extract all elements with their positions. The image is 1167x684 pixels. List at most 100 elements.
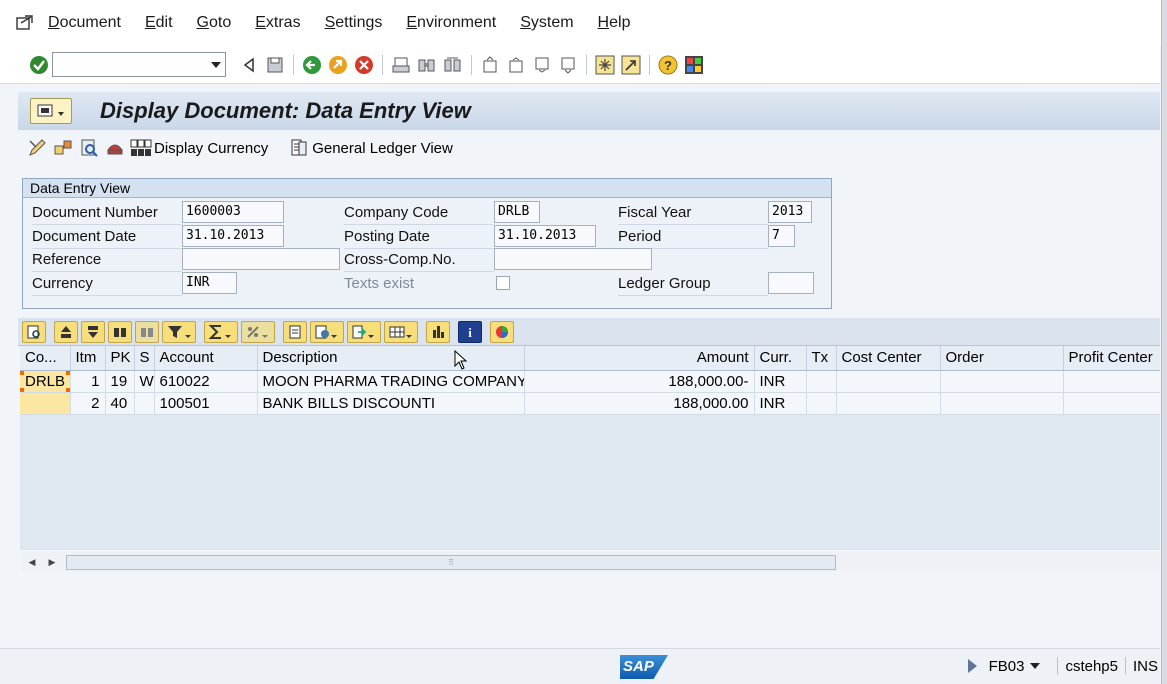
scroll-left-icon[interactable]: ◀ <box>22 553 42 571</box>
table-cell[interactable]: 188,000.00 <box>524 392 755 415</box>
next-page-icon[interactable] <box>531 54 553 76</box>
column-header[interactable]: Tx <box>806 346 837 371</box>
table-cell[interactable]: 188,000.00- <box>524 370 755 393</box>
column-header[interactable]: Amount <box>524 346 755 371</box>
transaction-code[interactable]: FB03 <box>989 658 1025 675</box>
create-session-icon[interactable] <box>594 54 616 76</box>
table-cell[interactable]: 40 <box>105 392 135 415</box>
table-cell[interactable]: 19 <box>105 370 135 393</box>
table-cell[interactable]: INR <box>754 370 807 393</box>
table-cell[interactable]: INR <box>754 392 807 415</box>
back-green-icon[interactable] <box>301 54 323 76</box>
scroll-right-icon[interactable]: ▶ <box>42 553 62 571</box>
change-layout-icon[interactable] <box>384 320 418 343</box>
views-icon[interactable] <box>310 320 344 343</box>
command-input[interactable] <box>53 53 203 76</box>
first-page-icon[interactable] <box>479 54 501 76</box>
document-overview-icon[interactable] <box>78 137 100 159</box>
column-header[interactable]: Cost Center <box>836 346 941 371</box>
menu-settings[interactable]: Settings <box>325 14 383 32</box>
export-icon[interactable] <box>347 320 381 343</box>
table-cell[interactable] <box>1063 392 1160 415</box>
menu-environment[interactable]: Environment <box>406 14 496 32</box>
table-cell[interactable]: 100501 <box>154 392 258 415</box>
table-row[interactable]: 2 40 100501 BANK BILLS DISCOUNTI 188,000… <box>20 392 1160 415</box>
display-currency-button[interactable]: Display Currency <box>130 137 268 159</box>
menu-expand-icon[interactable] <box>14 12 36 34</box>
information-icon[interactable]: i <box>458 320 482 343</box>
menu-edit[interactable]: Edit <box>145 14 173 32</box>
table-cell[interactable] <box>806 392 837 415</box>
table-cell[interactable]: 1 <box>70 370 106 393</box>
table-cell[interactable]: DRLB <box>20 370 71 393</box>
menu-help[interactable]: Help <box>598 14 631 32</box>
column-header[interactable]: Profit Center <box>1063 346 1160 371</box>
details-icon[interactable] <box>22 320 46 343</box>
general-ledger-view-button[interactable]: General Ledger View <box>288 137 453 159</box>
horizontal-scrollbar[interactable]: ◀ ▶ ⠿ <box>22 552 1160 572</box>
sort-ascending-icon[interactable] <box>54 320 78 343</box>
transaction-dropdown-icon[interactable] <box>1030 663 1041 669</box>
cross-comp-field[interactable] <box>494 248 652 270</box>
find-icon[interactable] <box>416 54 438 76</box>
table-cell[interactable] <box>134 392 155 415</box>
period-field[interactable]: 7 <box>768 225 795 247</box>
last-page-icon[interactable] <box>557 54 579 76</box>
cancel-red-icon[interactable] <box>353 54 375 76</box>
scroll-thumb[interactable]: ⠿ <box>66 554 836 570</box>
find-next-icon[interactable] <box>135 320 159 343</box>
shortcut-icon[interactable] <box>620 54 642 76</box>
chart-wheel-icon[interactable] <box>490 320 514 343</box>
column-header[interactable]: S <box>134 346 155 371</box>
company-code-field[interactable]: DRLB <box>494 201 540 223</box>
column-header[interactable]: Curr. <box>754 346 807 371</box>
hierarchy-icon[interactable] <box>52 137 74 159</box>
table-cell[interactable] <box>940 392 1064 415</box>
customize-layout-icon[interactable] <box>683 54 705 76</box>
menu-system[interactable]: System <box>520 14 573 32</box>
total-sum-icon[interactable] <box>204 320 238 343</box>
help-icon[interactable]: ? <box>657 54 679 76</box>
insert-mode[interactable]: INS <box>1133 658 1158 675</box>
table-cell[interactable]: BANK BILLS DISCOUNTI <box>257 392 525 415</box>
print-preview-icon[interactable] <box>283 320 307 343</box>
status-expand-icon[interactable] <box>967 659 977 673</box>
reference-field[interactable] <box>182 248 340 270</box>
column-header[interactable]: Co... <box>20 346 71 371</box>
posting-date-field[interactable]: 31.10.2013 <box>494 225 596 247</box>
command-dropdown-icon[interactable] <box>211 62 221 68</box>
subtotal-icon[interactable] <box>241 320 275 343</box>
exit-orange-icon[interactable] <box>327 54 349 76</box>
column-header[interactable]: Description <box>257 346 525 371</box>
table-cell[interactable]: 2 <box>70 392 106 415</box>
document-date-field[interactable]: 31.10.2013 <box>182 225 284 247</box>
save-icon[interactable] <box>264 54 286 76</box>
table-cell[interactable] <box>940 370 1064 393</box>
table-cell[interactable]: 610022 <box>154 370 258 393</box>
edit-pencil-icon[interactable] <box>26 137 48 159</box>
print-icon[interactable] <box>390 54 412 76</box>
table-cell[interactable] <box>806 370 837 393</box>
column-header[interactable]: Account <box>154 346 258 371</box>
document-number-field[interactable]: 1600003 <box>182 201 284 223</box>
table-cell[interactable] <box>836 392 941 415</box>
menu-extras[interactable]: Extras <box>255 14 300 32</box>
column-header[interactable]: PK <box>105 346 135 371</box>
menu-document[interactable]: Document <box>48 14 121 32</box>
column-header[interactable]: Itm <box>70 346 106 371</box>
title-menu-icon[interactable] <box>30 98 72 124</box>
find-next-icon[interactable] <box>442 54 464 76</box>
command-field[interactable] <box>52 52 226 77</box>
currency-field[interactable]: INR <box>182 272 237 294</box>
column-header[interactable]: Order <box>940 346 1064 371</box>
texts-exist-checkbox[interactable] <box>496 276 510 290</box>
fiscal-year-field[interactable]: 2013 <box>768 201 812 223</box>
table-cell[interactable]: W <box>134 370 155 393</box>
sort-descending-icon[interactable] <box>81 320 105 343</box>
graphic-icon[interactable] <box>426 320 450 343</box>
filter-icon[interactable] <box>162 320 196 343</box>
ledger-group-field[interactable] <box>768 272 814 294</box>
table-cell[interactable]: MOON PHARMA TRADING COMPANY <box>257 370 525 393</box>
table-cell[interactable] <box>1063 370 1160 393</box>
menu-goto[interactable]: Goto <box>197 14 232 32</box>
